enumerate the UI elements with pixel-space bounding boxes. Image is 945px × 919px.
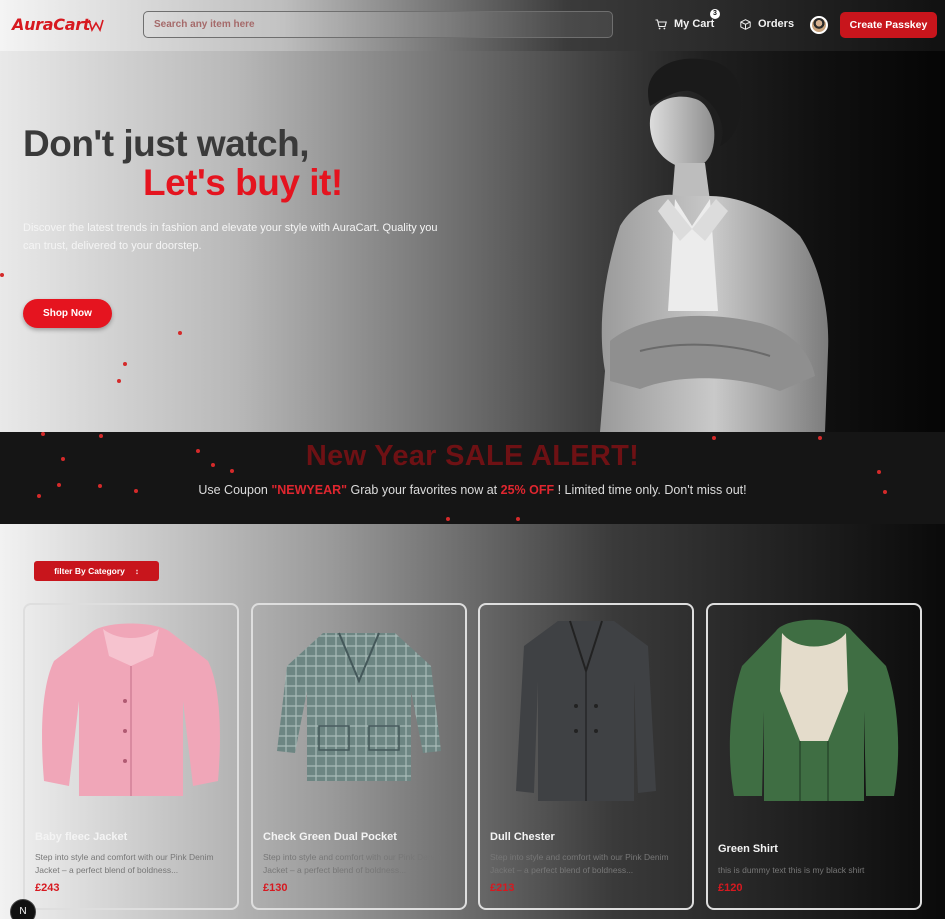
search-bar — [143, 11, 613, 38]
sale-title: New Year SALE ALERT! — [305, 440, 640, 472]
orders-link[interactable]: Orders — [740, 18, 794, 30]
product-description: Step into style and comfort with our Pin… — [490, 852, 669, 875]
logo-w-icon — [88, 19, 104, 32]
box-icon — [740, 18, 751, 30]
hero-subheadline: Let's buy it! — [143, 162, 343, 203]
particle-dot — [230, 469, 234, 473]
particle-dot — [211, 463, 215, 467]
particle-dot — [123, 362, 127, 366]
shop-now-button[interactable]: Shop Now — [23, 299, 112, 328]
product-name: Baby fleec Jacket — [35, 831, 128, 843]
orders-label: Orders — [758, 18, 795, 30]
product-price: £213 — [490, 882, 515, 894]
particle-dot — [877, 470, 881, 474]
product-card[interactable]: Dull Chester Step into style and comfort… — [478, 603, 694, 910]
product-card[interactable]: Baby fleec Jacket Step into style and co… — [23, 603, 239, 910]
product-name: Check Green Dual Pocket — [263, 831, 397, 843]
dev-tools-indicator[interactable]: N — [10, 899, 36, 919]
product-name: Dull Chester — [490, 831, 555, 843]
cart-count-badge: 3 — [710, 9, 720, 19]
particle-dot — [196, 449, 200, 453]
check-coat-image — [277, 632, 441, 781]
product-price: £243 — [35, 882, 60, 894]
product-description: Step into style and comfort with our Pin… — [263, 852, 442, 875]
green-bomber-jacket-image — [729, 619, 899, 801]
particle-dot — [57, 483, 61, 487]
cart-link[interactable]: My Cart — [655, 18, 714, 30]
logo[interactable]: AuraCart — [12, 15, 90, 34]
create-passkey-button[interactable]: Create Passkey — [840, 12, 937, 38]
particle-dot — [818, 436, 822, 440]
chevron-updown-icon: ↕ — [134, 566, 139, 576]
particle-dot — [37, 494, 41, 498]
hero-model-image — [600, 58, 829, 432]
top-navbar: AuraCart My Cart 3 Orders Create Passkey — [0, 0, 945, 51]
product-description: this is dummy text this is my black shir… — [718, 865, 865, 875]
hero-headline: Don't just watch, — [23, 123, 310, 164]
hero-description: Discover the latest trends in fashion an… — [23, 222, 438, 252]
sale-text-after: ! Limited time only. Don't miss out! — [554, 483, 747, 497]
particle-dot — [61, 457, 65, 461]
sale-banner: New Year SALE ALERT! Use Coupon "NEWYEAR… — [0, 432, 945, 524]
product-description: Step into style and comfort with our Pin… — [35, 852, 214, 875]
pink-fleece-jacket-image — [42, 623, 220, 796]
particle-dot — [883, 490, 887, 494]
particle-dot — [134, 489, 138, 493]
cart-icon — [655, 18, 667, 29]
hero-section: Don't just watch, Let's buy it! Discover… — [0, 51, 945, 432]
particle-dot — [178, 331, 182, 335]
cart-label: My Cart — [674, 18, 715, 30]
filter-by-category-select[interactable]: filter By Category ↕ — [34, 561, 159, 581]
particle-dot — [117, 379, 121, 383]
product-card[interactable]: Check Green Dual Pocket Step into style … — [251, 603, 467, 910]
coupon-code: "NEWYEAR" — [271, 483, 348, 497]
particle-dot — [99, 434, 103, 438]
sale-text-before: Use Coupon — [198, 483, 272, 497]
particle-dot — [712, 436, 716, 440]
product-card[interactable]: Green Shirt this is dummy text this is m… — [706, 603, 922, 910]
particle-dot — [41, 432, 45, 436]
search-input[interactable] — [144, 12, 612, 37]
product-price: £130 — [263, 882, 288, 894]
sale-text: Use Coupon "NEWYEAR" Grab your favorites… — [0, 483, 945, 497]
user-avatar[interactable] — [810, 16, 828, 34]
particle-dot — [516, 517, 520, 521]
filter-label: filter By Category — [54, 566, 125, 576]
discount-value: 25% OFF — [500, 483, 555, 497]
sale-text-mid: Grab your favorites now at — [347, 483, 501, 497]
particle-dot — [0, 273, 4, 277]
product-price: £120 — [718, 882, 743, 894]
particle-dot — [446, 517, 450, 521]
dull-chester-coat-image — [516, 620, 656, 801]
product-name: Green Shirt — [718, 843, 778, 855]
particle-dot — [98, 484, 102, 488]
